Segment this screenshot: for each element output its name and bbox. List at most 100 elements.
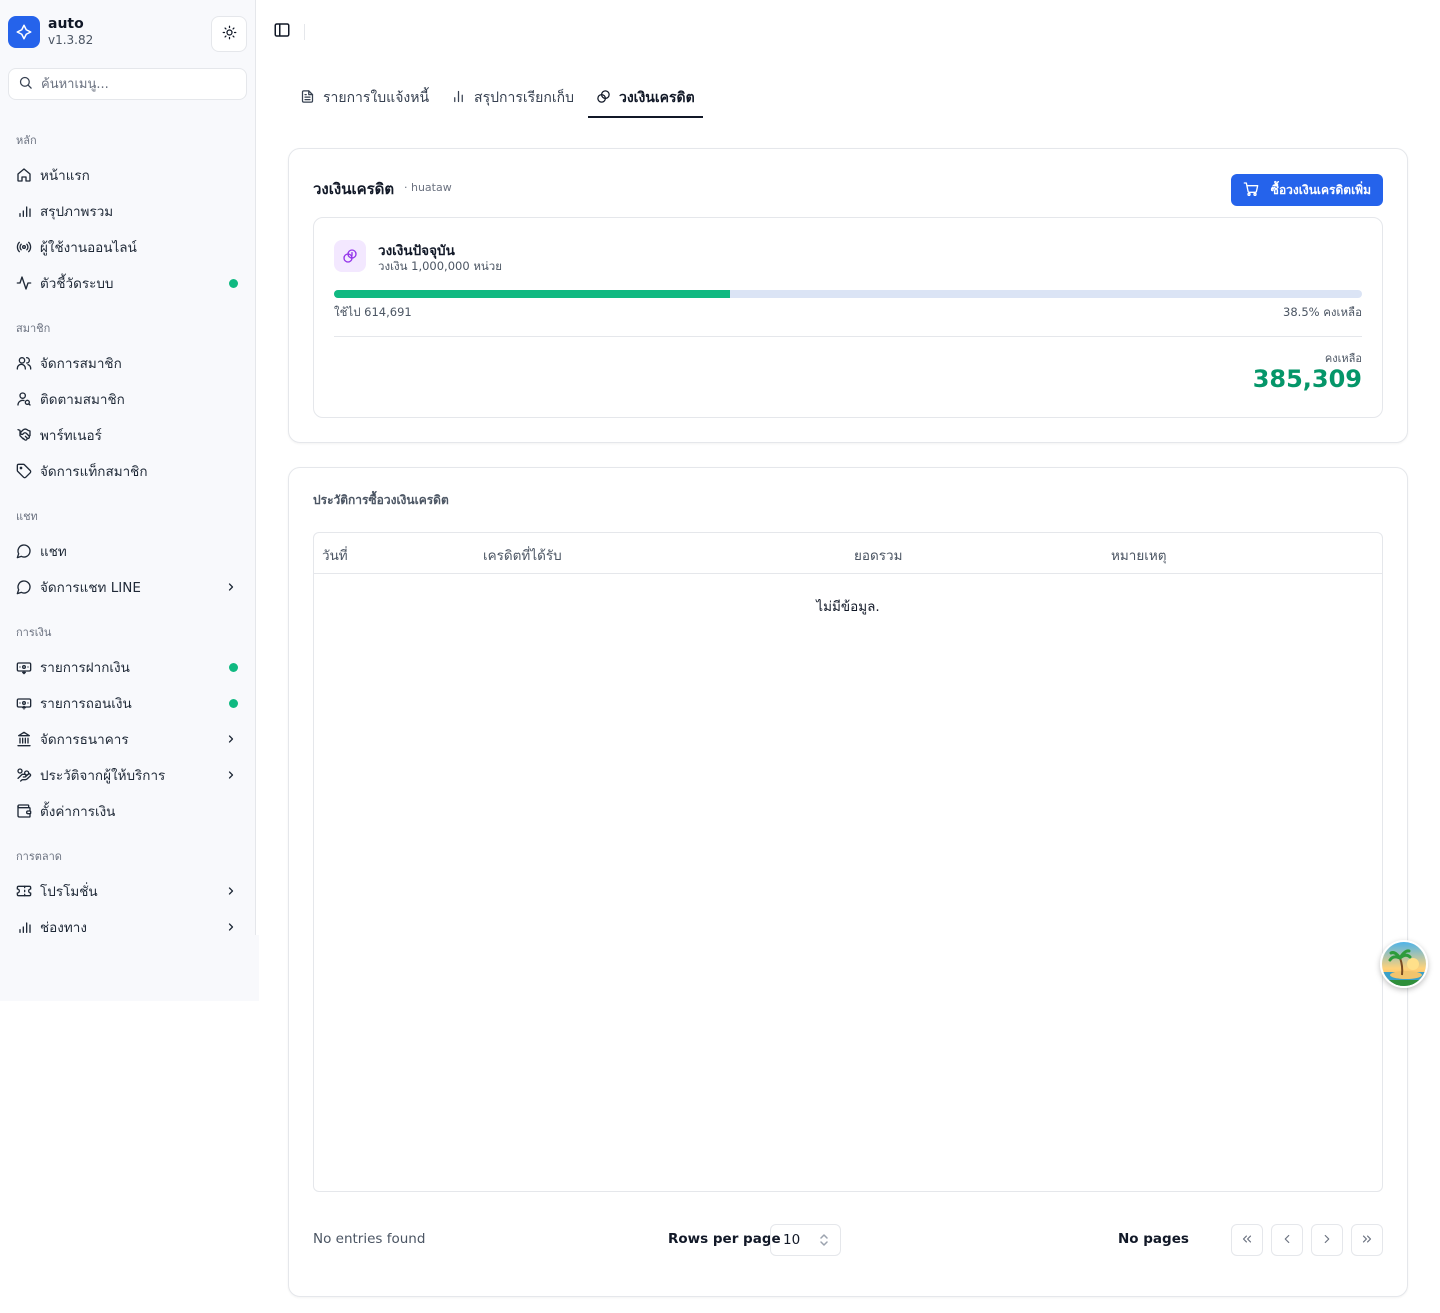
progress-fill — [334, 290, 730, 298]
sidebar-item[interactable]: จัดการแชท LINE — [8, 571, 247, 603]
tab-label: สรุปการเรียกเก็บ — [474, 90, 574, 106]
handshake-icon — [16, 427, 32, 443]
withdraw-icon — [16, 695, 32, 711]
users-icon — [16, 355, 32, 371]
sidebar-item-label: จัดการธนาคาร — [40, 732, 129, 748]
tab-label: รายการใบแจ้งหนี้ — [323, 90, 430, 106]
theme-toggle-button[interactable] — [211, 16, 247, 52]
shopping-cart-icon — [1243, 181, 1259, 200]
rows-per-page-value: 10 — [783, 1232, 801, 1248]
radio-icon — [16, 239, 32, 255]
sun-icon — [222, 25, 237, 44]
divider — [334, 336, 1362, 337]
sidebar-item[interactable]: รายการฝากเงิน — [8, 651, 247, 683]
app-version: v1.3.82 — [48, 33, 94, 47]
first-page-button[interactable] — [1231, 1224, 1263, 1256]
history-title: ประวัติการซื้อวงเงินเครดิต — [313, 493, 449, 507]
tab-invoices[interactable]: รายการใบแจ้งหนี้ — [292, 78, 437, 118]
sidebar-item[interactable]: แชท — [8, 535, 247, 567]
card-title: วงเงินเครดิต — [313, 180, 395, 198]
wallet-icon — [16, 803, 32, 819]
chevron-left-icon — [1280, 1231, 1294, 1250]
tab-credit-limit[interactable]: วงเงินเครดิต — [587, 78, 703, 118]
message-circle-icon — [16, 543, 32, 559]
sidebar-item-label: จัดการแท็กสมาชิก — [40, 464, 148, 480]
current-credit-panel: วงเงินปัจจุบัน วงเงิน 1,000,000 หน่วย ใช… — [313, 217, 1383, 418]
column-header-date[interactable]: วันที่ — [322, 544, 348, 566]
sidebar-item-label: ติดตามสมาชิก — [40, 392, 125, 408]
chevrons-up-down-icon — [818, 1233, 830, 1251]
chevron-right-icon — [225, 769, 237, 781]
sidebar-item-label: โปรโมชั่น — [40, 884, 98, 900]
sidebar-item[interactable]: พาร์ทเนอร์ — [8, 419, 247, 451]
tab-label: วงเงินเครดิต — [618, 90, 695, 106]
sidebar-item-label: จัดการสมาชิก — [40, 356, 122, 372]
chevrons-right-icon — [1360, 1231, 1374, 1250]
sidebar-section-label: แชท — [16, 510, 38, 523]
sidebar-item[interactable]: สรุปภาพรวม — [8, 195, 247, 227]
menu-search[interactable] — [8, 68, 247, 100]
used-amount: ใช้ไป 614,691 — [334, 305, 412, 319]
sidebar-item[interactable]: จัดการแท็กสมาชิก — [8, 455, 247, 487]
sidebar-section-label: หลัก — [16, 134, 37, 147]
credit-usage-progress — [334, 290, 1362, 298]
status-dot — [229, 698, 238, 708]
sidebar-item[interactable]: ตัวชี้วัดระบบ — [8, 267, 247, 299]
tab-billing-summary[interactable]: สรุปการเรียกเก็บ — [443, 78, 582, 118]
column-header-total[interactable]: ยอดรวม — [854, 544, 903, 566]
next-page-button[interactable] — [1311, 1224, 1343, 1256]
sidebar-item[interactable]: จัดการธนาคาร — [8, 723, 247, 755]
credit-limit-card: วงเงินเครดิต · huataw ซื้อวงเงินเครดิตเพ… — [288, 148, 1408, 443]
sidebar-item-label: แชท — [40, 544, 67, 560]
buy-credit-button[interactable]: ซื้อวงเงินเครดิตเพิ่ม — [1230, 174, 1383, 206]
rows-per-page-label: Rows per page — [668, 1231, 781, 1247]
rows-per-page-select[interactable]: 10 — [770, 1224, 841, 1256]
status-dot — [229, 662, 238, 672]
sidebar-item[interactable]: จัดการสมาชิก — [8, 347, 247, 379]
chevrons-left-icon — [1240, 1231, 1254, 1250]
app-logo-icon — [8, 16, 40, 48]
sidebar-item[interactable]: ผู้ใช้งานออนไลน์ — [8, 231, 247, 263]
sidebar-section-label: สมาชิก — [16, 322, 51, 335]
floating-avatar-button[interactable] — [1380, 940, 1428, 988]
sidebar-item-label: จัดการแชท LINE — [40, 580, 141, 596]
sidebar-item[interactable]: หน้าแรก — [8, 159, 247, 191]
sidebar-toggle-button[interactable] — [272, 22, 292, 42]
bar-chart-icon — [16, 919, 32, 935]
sidebar-section-label: การตลาด — [16, 850, 62, 863]
card-subtitle: · huataw — [404, 181, 452, 194]
table-header: วันที่ เครดิตที่ได้รับ ยอดรวม หมายเหตุ — [314, 533, 1382, 574]
status-dot — [229, 278, 238, 288]
sidebar-item[interactable]: ประวัติจากผู้ให้บริการ — [8, 759, 247, 791]
sidebar-item[interactable]: ติดตามสมาชิก — [8, 383, 247, 415]
credit-limit-total: วงเงิน 1,000,000 หน่วย — [378, 259, 502, 273]
sidebar-item[interactable]: รายการถอนเงิน — [8, 687, 247, 719]
sidebar-item-label: ตั้งค่าการเงิน — [40, 804, 116, 820]
sidebar-item-label: สรุปภาพรวม — [40, 204, 114, 220]
sidebar-item[interactable]: ตั้งค่าการเงิน — [8, 795, 247, 827]
previous-page-button[interactable] — [1271, 1224, 1303, 1256]
entries-count: No entries found — [313, 1231, 426, 1247]
brand[interactable]: auto v1.3.82 — [8, 16, 93, 48]
buy-button-label: ซื้อวงเงินเครดิตเพิ่ม — [1270, 182, 1371, 197]
tag-icon — [16, 463, 32, 479]
page-status: No pages — [1118, 1231, 1189, 1247]
sidebar-item-label: รายการฝากเงิน — [40, 660, 130, 676]
column-header-note[interactable]: หมายเหตุ — [1111, 544, 1167, 566]
island-avatar-icon — [1382, 942, 1426, 986]
sidebar: auto v1.3.82 หลักหน้าแรกสรุปภาพรวมผู้ใช้… — [0, 0, 256, 1001]
chevron-right-icon — [225, 581, 237, 593]
last-page-button[interactable] — [1351, 1224, 1383, 1256]
search-icon — [18, 75, 33, 94]
chevron-right-icon — [1320, 1231, 1334, 1250]
sidebar-item-label: รายการถอนเงิน — [40, 696, 132, 712]
empty-state: ไม่มีข้อมูล. — [816, 599, 880, 615]
billing-tabs: รายการใบแจ้งหนี้ สรุปการเรียกเก็บ วงเงิน… — [292, 78, 709, 118]
search-input[interactable] — [41, 76, 231, 92]
sidebar-item-label: ตัวชี้วัดระบบ — [40, 276, 114, 292]
user-search-icon — [16, 391, 32, 407]
bar-chart-icon — [451, 89, 466, 108]
sidebar-item[interactable]: โปรโมชั่น — [8, 875, 247, 907]
activity-icon — [16, 275, 32, 291]
column-header-credit-received[interactable]: เครดิตที่ได้รับ — [483, 544, 562, 566]
